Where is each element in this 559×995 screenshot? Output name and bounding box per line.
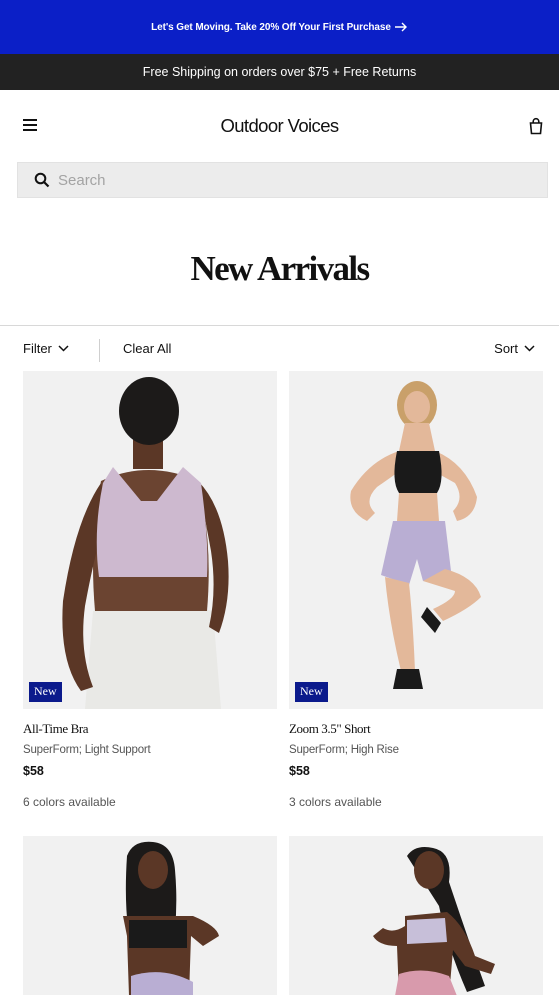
product-subtitle: SuperForm; Light Support <box>23 744 151 756</box>
color-count[interactable]: 6 colors available <box>23 795 116 809</box>
chevron-down-icon <box>58 345 69 352</box>
page-title: New Arrivals <box>190 249 370 288</box>
color-count[interactable]: 3 colors available <box>289 795 382 809</box>
chevron-down-icon <box>524 345 535 352</box>
search-input[interactable] <box>58 171 498 189</box>
new-badge: New <box>29 682 62 702</box>
search-icon <box>34 172 50 188</box>
shipping-text: Free Shipping on orders over $75 + Free … <box>142 65 417 79</box>
filter-toolbar: Filter Clear All Sort <box>0 326 559 371</box>
product-price: $58 <box>23 764 44 778</box>
toolbar-divider <box>99 339 100 362</box>
product-image[interactable] <box>289 371 543 709</box>
promo-text: Let's Get Moving. Take 20% Off Your Firs… <box>151 21 391 33</box>
filter-button[interactable]: Filter <box>23 341 69 356</box>
filter-label: Filter <box>23 341 52 356</box>
shopping-bag-icon[interactable] <box>528 117 544 135</box>
search-bar[interactable] <box>17 162 548 198</box>
product-subtitle: SuperForm; High Rise <box>289 744 399 756</box>
clear-all-button[interactable]: Clear All <box>123 341 171 356</box>
promo-banner[interactable]: Let's Get Moving. Take 20% Off Your Firs… <box>0 0 559 54</box>
sort-label: Sort <box>494 341 518 356</box>
arrow-right-icon <box>394 22 408 32</box>
product-image[interactable] <box>23 836 277 995</box>
site-logo[interactable]: Outdoor Voices <box>0 115 559 137</box>
product-price: $58 <box>289 764 310 778</box>
sort-button[interactable]: Sort <box>494 341 535 356</box>
product-name[interactable]: Zoom 3.5" Short <box>289 721 371 737</box>
site-header: Outdoor Voices <box>0 90 559 162</box>
product-image[interactable] <box>289 836 543 995</box>
new-badge: New <box>295 682 328 702</box>
shipping-banner: Free Shipping on orders over $75 + Free … <box>0 54 559 90</box>
product-image[interactable] <box>23 371 277 709</box>
product-name[interactable]: All-Time Bra <box>23 721 89 737</box>
